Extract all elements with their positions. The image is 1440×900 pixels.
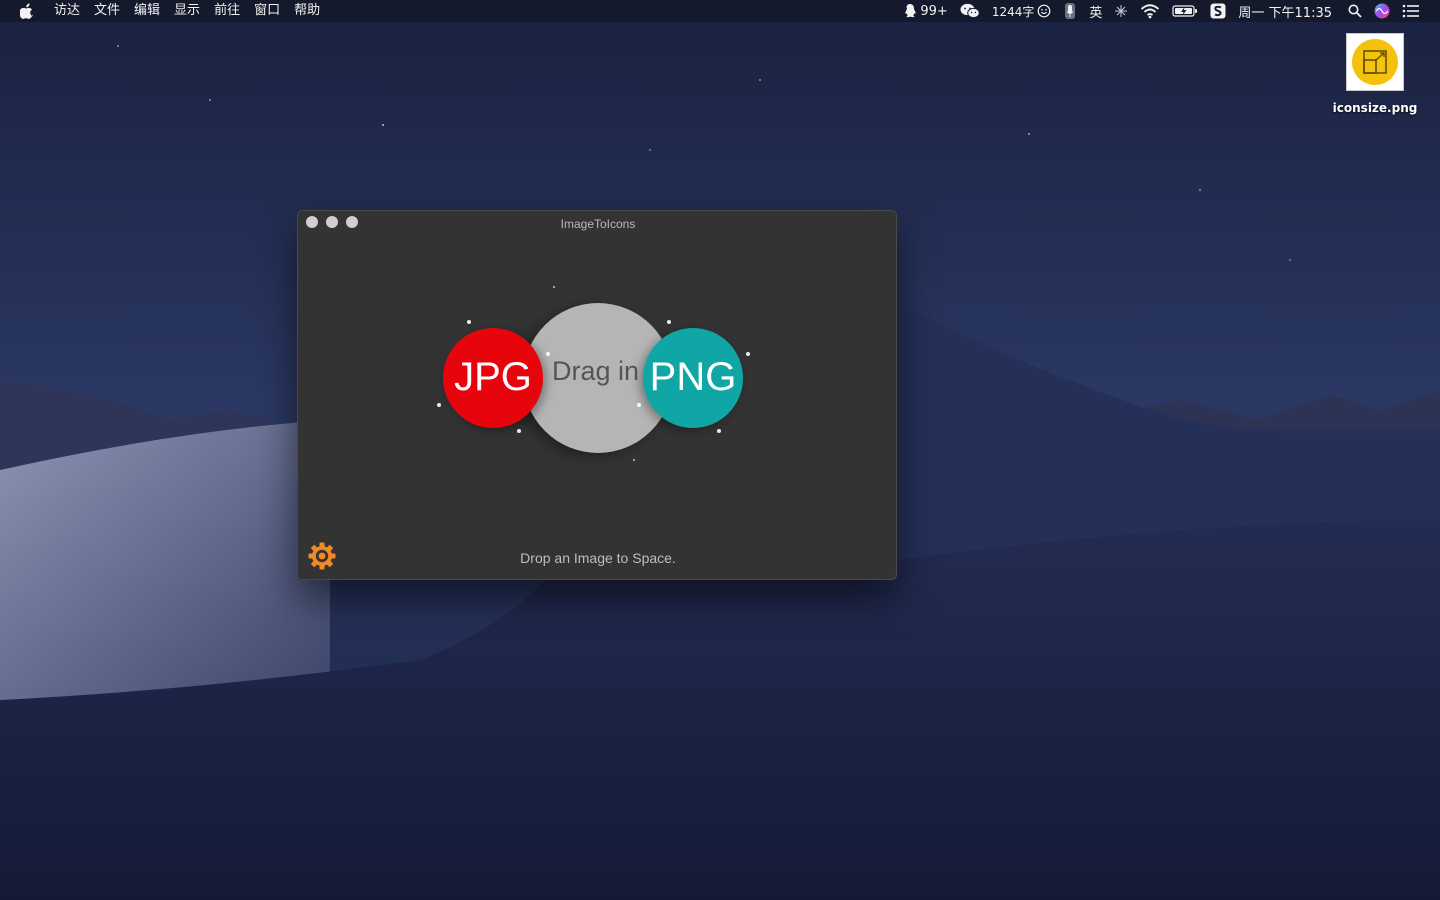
wechat-status[interactable] xyxy=(960,0,980,22)
clock: 周一 下午11:35 xyxy=(1238,5,1332,21)
menu-go[interactable]: 前往 xyxy=(214,0,240,22)
imagetoicons-window: ImageToIcons Drag in JPG PNG Drop an Ima… xyxy=(297,210,897,580)
menu-file[interactable]: 文件 xyxy=(94,0,120,22)
sparkle-dot xyxy=(553,286,555,288)
menu-bar: 访达 文件 编辑 显示 前往 窗口 帮助 99+ 1244字 英 周一 下午11… xyxy=(0,0,1440,22)
sparkle-dot xyxy=(546,352,550,356)
png-label: PNG xyxy=(649,355,737,399)
list-icon xyxy=(1402,4,1419,18)
desktop-file-label: iconsize.png xyxy=(1332,101,1418,115)
input-method-status[interactable]: 英 xyxy=(1089,0,1102,22)
sparkle-dot xyxy=(467,320,471,324)
sparkle-dot xyxy=(517,429,521,433)
app-icon-thumbnail xyxy=(1352,39,1398,85)
search-icon xyxy=(1348,4,1362,18)
menu-bar-status-area: 99+ 1244字 英 周一 下午11:35 xyxy=(891,0,1420,22)
qq-unread-count: 99+ xyxy=(920,3,948,19)
spotlight-status[interactable] xyxy=(1348,0,1362,22)
menu-bar-left: 访达 文件 编辑 显示 前往 窗口 帮助 xyxy=(0,0,334,22)
image-drop-area[interactable]: Drag in JPG PNG xyxy=(298,239,896,539)
window-titlebar[interactable]: ImageToIcons xyxy=(298,211,896,239)
apple-logo-icon[interactable] xyxy=(20,2,36,20)
sparkle-icon xyxy=(1115,5,1128,17)
sogou-input-icon xyxy=(1210,3,1226,19)
notification-center-status[interactable] xyxy=(1402,0,1420,22)
menu-help[interactable]: 帮助 xyxy=(294,0,320,22)
wechat-icon xyxy=(960,3,980,19)
menu-edit[interactable]: 编辑 xyxy=(134,0,160,22)
word-count-status[interactable]: 1244字 xyxy=(992,0,1052,22)
microphone-icon xyxy=(1065,3,1076,19)
menu-finder[interactable]: 访达 xyxy=(54,0,80,22)
menu-window[interactable]: 窗口 xyxy=(254,0,280,22)
drag-in-label: Drag in xyxy=(552,356,640,386)
battery-charging-icon xyxy=(1172,5,1198,17)
word-count: 1244字 xyxy=(991,4,1035,19)
qq-penguin-icon xyxy=(905,4,916,18)
battery-status[interactable] xyxy=(1172,0,1198,22)
clock-status[interactable]: 周一 下午11:35 xyxy=(1238,0,1332,22)
sparkle-dot xyxy=(667,320,671,324)
extra-status[interactable] xyxy=(1114,0,1128,22)
siri-status[interactable] xyxy=(1374,0,1390,22)
smiley-icon xyxy=(1037,4,1051,18)
sparkle-dot xyxy=(437,403,441,407)
file-thumbnail xyxy=(1346,33,1404,91)
sparkle-dot xyxy=(637,403,641,407)
dictation-status[interactable] xyxy=(1063,0,1077,22)
sparkle-dot xyxy=(717,429,721,433)
jpg-label: JPG xyxy=(454,355,532,399)
input-language: 英 xyxy=(1089,5,1103,21)
window-title: ImageToIcons xyxy=(560,217,636,231)
sparkle-dot xyxy=(746,352,750,356)
drop-hint-text: Drop an Image to Space. xyxy=(520,550,676,566)
qq-status[interactable]: 99+ xyxy=(903,0,948,22)
sogou-status[interactable] xyxy=(1210,0,1226,22)
desktop-file-iconsize[interactable]: iconsize.png xyxy=(1330,33,1420,115)
siri-icon xyxy=(1374,3,1390,19)
wifi-status[interactable] xyxy=(1140,0,1160,22)
wifi-icon xyxy=(1141,4,1160,19)
menu-view[interactable]: 显示 xyxy=(174,0,200,22)
sparkle-dot xyxy=(633,459,635,461)
